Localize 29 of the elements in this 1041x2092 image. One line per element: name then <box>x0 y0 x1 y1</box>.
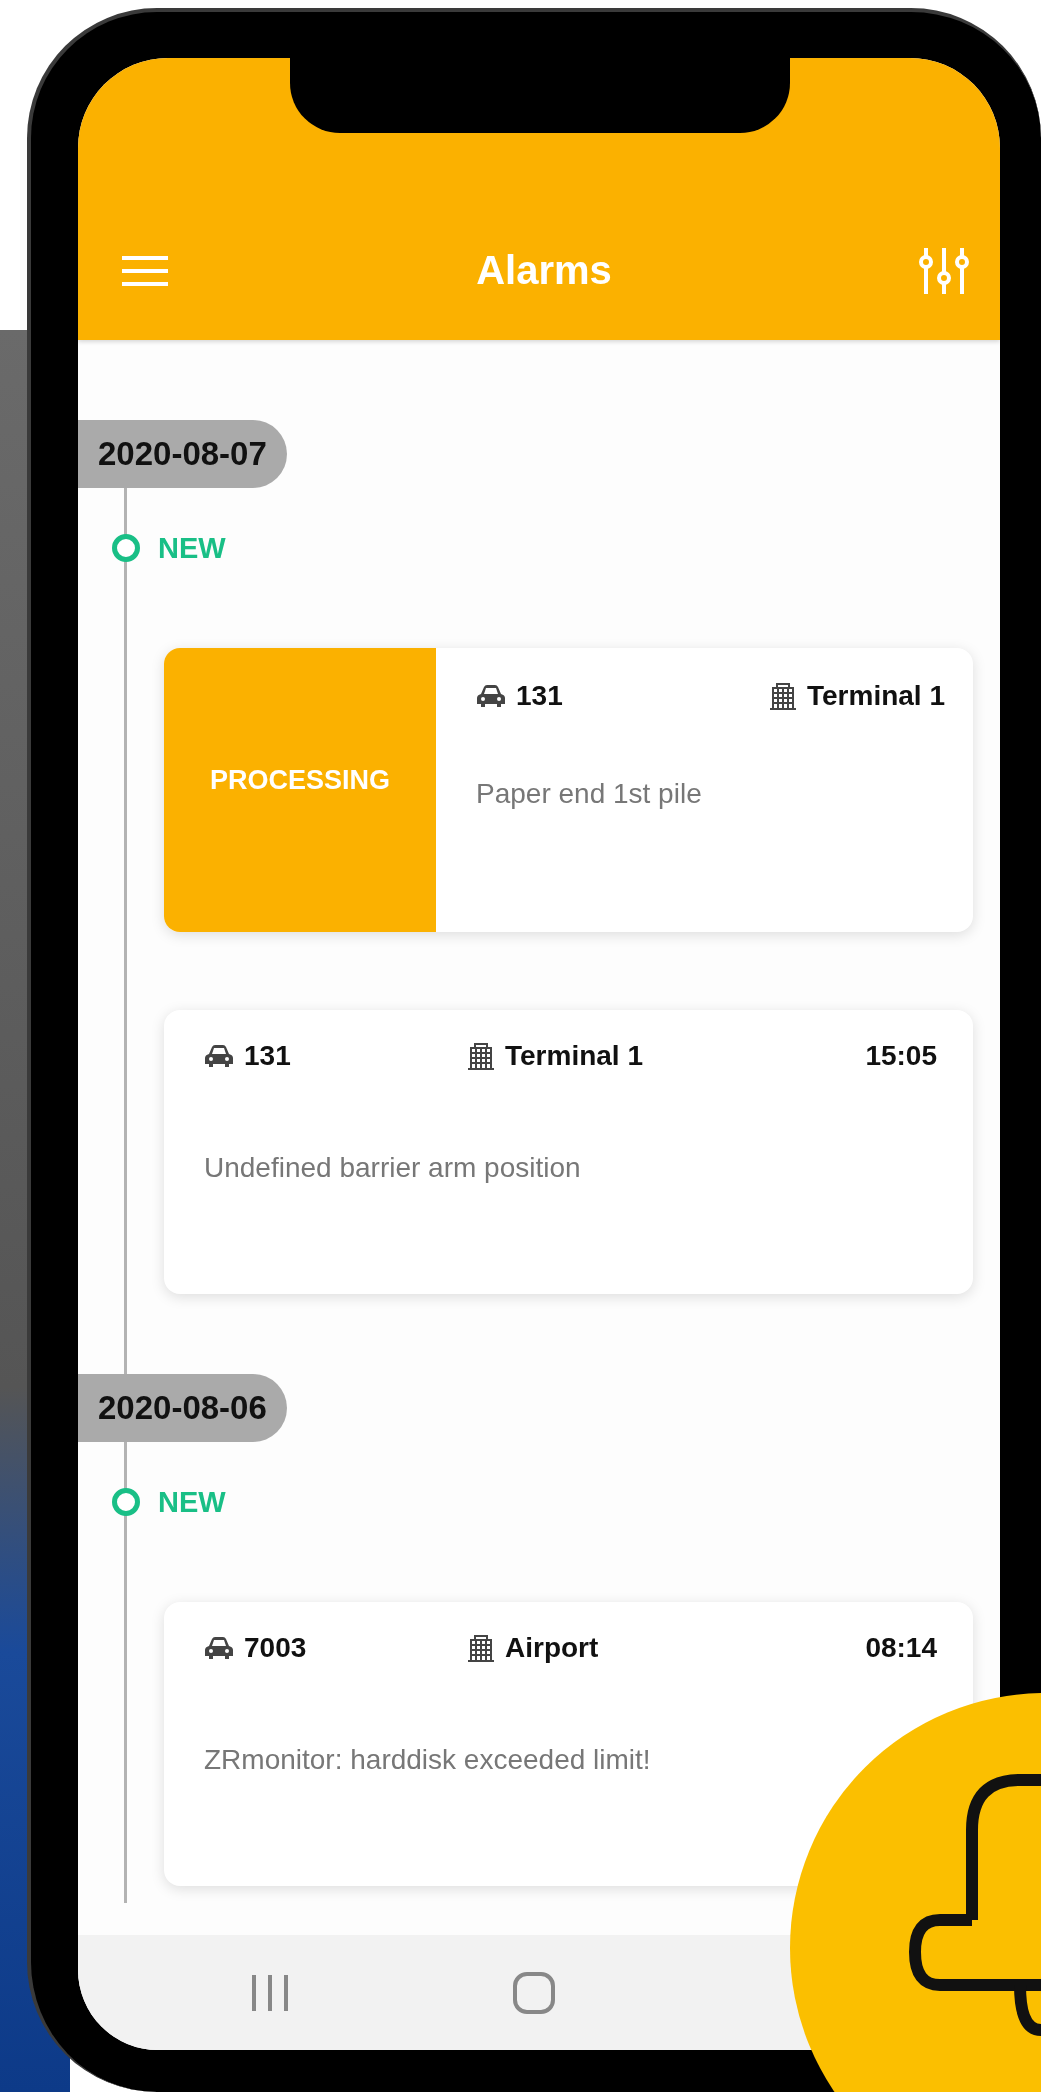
vehicle-number: 131 <box>516 680 563 712</box>
alarm-message: Undefined barrier arm position <box>204 1152 582 1184</box>
home-icon[interactable] <box>512 1970 556 2015</box>
building-icon <box>769 682 797 710</box>
vehicle-number: 7003 <box>244 1632 307 1664</box>
status-dot-icon <box>112 1488 140 1516</box>
location-name: Airport <box>505 1632 599 1664</box>
alarm-message: ZRmonitor: harddisk exceeded limit! <box>204 1744 652 1776</box>
status-label: NEW <box>158 1485 226 1519</box>
location-name: Terminal 1 <box>505 1040 643 1072</box>
date-label: 2020-08-07 <box>78 420 287 488</box>
alarm-time: 15:05 <box>865 1040 937 1072</box>
car-icon <box>204 1636 234 1660</box>
alarm-time: 08:14 <box>865 1632 937 1664</box>
app-title: Alarms <box>476 248 612 294</box>
building-icon <box>467 1042 495 1070</box>
processing-status: PROCESSING <box>164 648 436 932</box>
date-label: 2020-08-06 <box>78 1374 287 1442</box>
location-name: Terminal 1 <box>807 680 945 712</box>
alarm-message: Paper end 1st pile <box>476 778 703 810</box>
building-icon <box>467 1634 495 1662</box>
alarm-card[interactable]: 131 Terminal 1 15:05 Undefined barrier arm position <box>164 1010 973 1294</box>
car-icon <box>204 1044 234 1068</box>
status-dot-icon <box>112 534 140 562</box>
alarm-card[interactable]: 7003 Airport 08:14 ZRmonitor: harddisk exceeded limit! <box>164 1602 973 1886</box>
vehicle-number: 131 <box>244 1040 291 1072</box>
alarm-card[interactable]: PROCESSING 131 Terminal 1 Paper end 1st pile <box>164 648 973 932</box>
car-icon <box>476 684 506 708</box>
status-label: NEW <box>158 531 226 565</box>
